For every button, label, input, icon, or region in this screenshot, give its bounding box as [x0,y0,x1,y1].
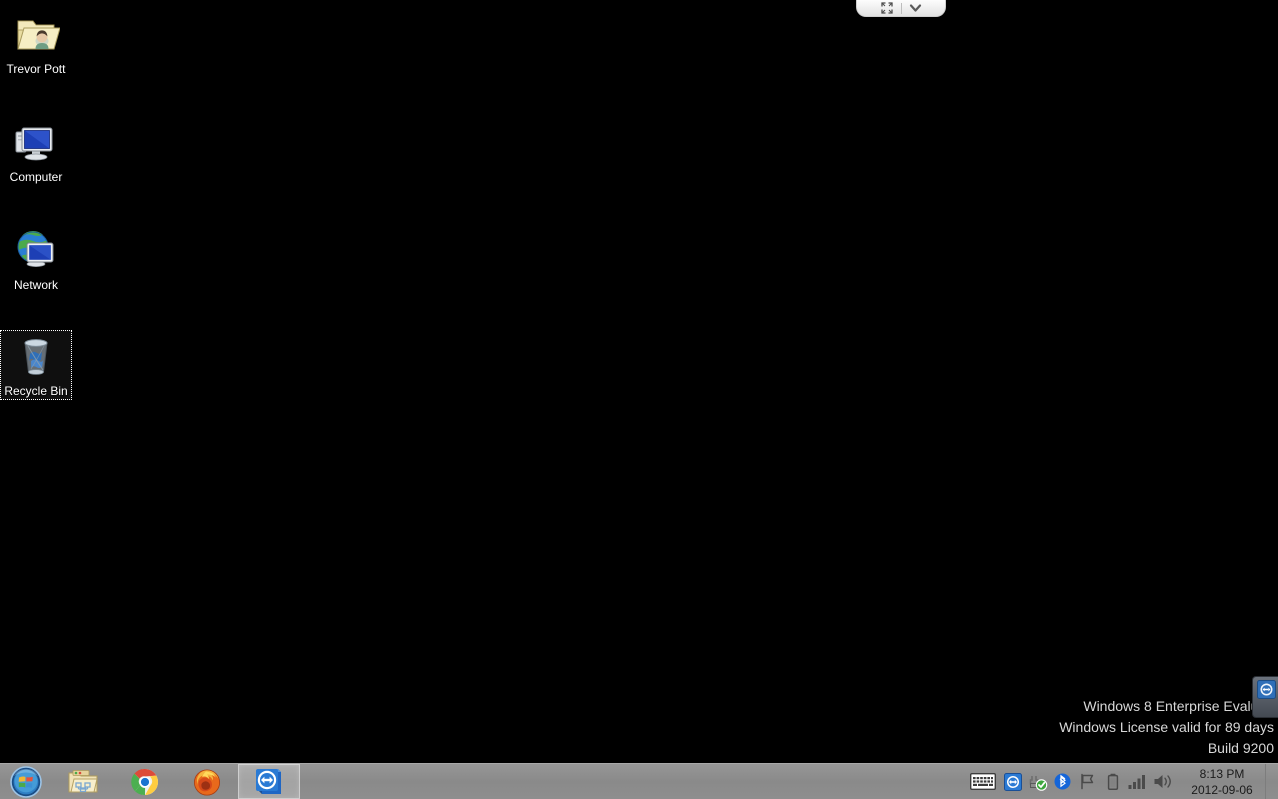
watermark-line-1: Windows 8 Enterprise Evaluat. [1083,698,1274,714]
chevron-down-icon[interactable] [908,2,924,15]
computer-icon [12,118,60,166]
watermark-line-3: Build 9200 [1207,740,1274,756]
desktop-screen[interactable]: Trevor Pott Computer Network Recycle Bin… [0,0,1278,799]
user-folder-icon [12,10,61,58]
desktop-icon-computer[interactable]: Computer [0,116,72,186]
network-connected-icon[interactable] [1025,765,1050,799]
teamviewer-icon[interactable] [1000,765,1025,799]
taskbar-button-chrome[interactable] [114,764,176,799]
system-tray: 8:13 PM 2012-09-06 [966,764,1278,799]
flag-icon[interactable] [1075,765,1100,799]
battery-icon[interactable] [1100,765,1125,799]
keyboard-icon[interactable] [966,765,1000,799]
taskbar-clock[interactable]: 8:13 PM 2012-09-06 [1175,766,1265,798]
show-desktop-button[interactable] [1265,764,1274,799]
bluetooth-icon[interactable] [1050,765,1075,799]
desktop-icon-trevor-pott[interactable]: Trevor Pott [0,8,72,78]
network-icon [12,226,60,274]
windows-activation-watermark: Windows 8 Enterprise Evaluat. Windows Li… [1059,696,1274,759]
remote-session-toolbar[interactable] [856,0,946,17]
taskbar[interactable]: 8:13 PM 2012-09-06 [0,763,1278,799]
toolbar-divider [900,2,902,14]
signal-bars-icon[interactable] [1125,765,1150,799]
watermark-line-2: Windows License valid for 89 days [1059,719,1274,735]
desktop-icon-label: Trevor Pott [6,62,66,76]
desktop-icon-network[interactable]: Network [0,224,72,294]
taskbar-empty-area[interactable] [300,764,966,799]
desktop-icon-label: Network [13,278,58,292]
start-button[interactable] [0,764,52,799]
speaker-icon[interactable] [1150,765,1175,799]
taskbar-button-firefox[interactable] [176,764,238,799]
teamviewer-icon [1257,680,1276,699]
recycle-bin-icon [12,332,60,380]
fullscreen-arrows-icon[interactable] [879,2,895,15]
clock-time: 8:13 PM [1199,766,1245,781]
clock-date: 2012-09-06 [1191,782,1253,797]
taskbar-button-teamviewer[interactable] [238,764,300,799]
taskbar-buttons [52,764,300,799]
teamviewer-edge-panel[interactable] [1252,676,1278,718]
desktop-icon-label: Recycle Bin [4,384,68,398]
taskbar-button-file-explorer[interactable] [52,764,114,799]
desktop-icon-recycle-bin[interactable]: Recycle Bin [0,330,72,400]
desktop-icon-label: Computer [9,170,63,184]
